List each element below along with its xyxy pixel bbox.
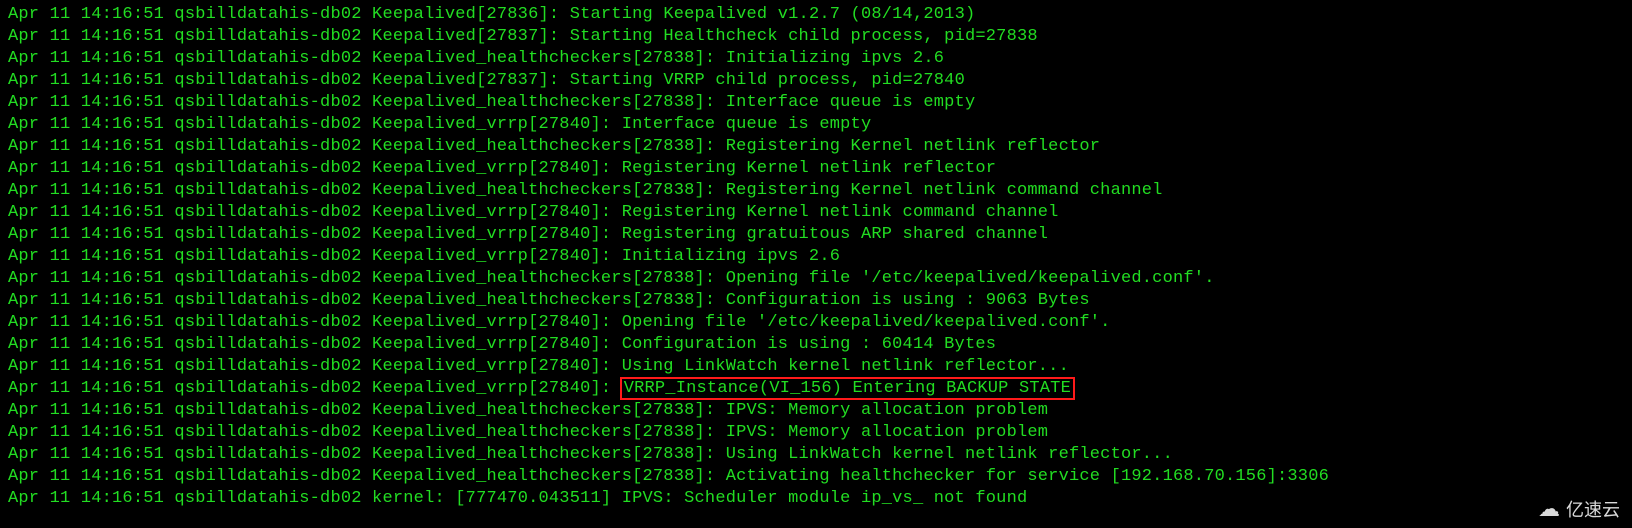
log-message: Registering gratuitous ARP shared channe… [622, 225, 1048, 244]
log-line: Apr 11 14:16:51 qsbilldatahis-db02 Keepa… [8, 26, 1624, 48]
log-prefix: Apr 11 14:16:51 qsbilldatahis-db02 Keepa… [8, 27, 570, 46]
log-line: Apr 11 14:16:51 qsbilldatahis-db02 Keepa… [8, 70, 1624, 92]
log-prefix: Apr 11 14:16:51 qsbilldatahis-db02 Keepa… [8, 203, 622, 222]
log-prefix: Apr 11 14:16:51 qsbilldatahis-db02 Keepa… [8, 247, 622, 266]
log-message: Interface queue is empty [726, 93, 976, 112]
log-line: Apr 11 14:16:51 qsbilldatahis-db02 Keepa… [8, 180, 1624, 202]
log-line: Apr 11 14:16:51 qsbilldatahis-db02 Keepa… [8, 356, 1624, 378]
log-message: Interface queue is empty [622, 115, 872, 134]
log-prefix: Apr 11 14:16:51 qsbilldatahis-db02 kerne… [8, 489, 455, 508]
log-message: Initializing ipvs 2.6 [622, 247, 840, 266]
log-message: Registering Kernel netlink reflector [726, 137, 1100, 156]
log-line: Apr 11 14:16:51 qsbilldatahis-db02 Keepa… [8, 334, 1624, 356]
log-line: Apr 11 14:16:51 qsbilldatahis-db02 kerne… [8, 488, 1624, 510]
log-message: Registering Kernel netlink command chann… [622, 203, 1059, 222]
log-line: Apr 11 14:16:51 qsbilldatahis-db02 Keepa… [8, 422, 1624, 444]
log-line: Apr 11 14:16:51 qsbilldatahis-db02 Keepa… [8, 92, 1624, 114]
log-line: Apr 11 14:16:51 qsbilldatahis-db02 Keepa… [8, 48, 1624, 70]
log-line: Apr 11 14:16:51 qsbilldatahis-db02 Keepa… [8, 136, 1624, 158]
cloud-icon: ☁ [1538, 498, 1560, 520]
log-prefix: Apr 11 14:16:51 qsbilldatahis-db02 Keepa… [8, 401, 726, 420]
log-line: Apr 11 14:16:51 qsbilldatahis-db02 Keepa… [8, 114, 1624, 136]
log-prefix: Apr 11 14:16:51 qsbilldatahis-db02 Keepa… [8, 115, 622, 134]
log-message: Using LinkWatch kernel netlink reflector… [622, 357, 1069, 376]
log-message: Initializing ipvs 2.6 [726, 49, 944, 68]
log-prefix: Apr 11 14:16:51 qsbilldatahis-db02 Keepa… [8, 467, 726, 486]
log-message: IPVS: Memory allocation problem [726, 401, 1048, 420]
log-prefix: Apr 11 14:16:51 qsbilldatahis-db02 Keepa… [8, 445, 726, 464]
log-prefix: Apr 11 14:16:51 qsbilldatahis-db02 Keepa… [8, 313, 622, 332]
log-line: Apr 11 14:16:51 qsbilldatahis-db02 Keepa… [8, 224, 1624, 246]
log-line: Apr 11 14:16:51 qsbilldatahis-db02 Keepa… [8, 444, 1624, 466]
log-line: Apr 11 14:16:51 qsbilldatahis-db02 Keepa… [8, 246, 1624, 268]
log-message: Starting Keepalived v1.2.7 (08/14,2013) [570, 5, 976, 24]
log-prefix: Apr 11 14:16:51 qsbilldatahis-db02 Keepa… [8, 93, 726, 112]
log-prefix: Apr 11 14:16:51 qsbilldatahis-db02 Keepa… [8, 49, 726, 68]
log-line: Apr 11 14:16:51 qsbilldatahis-db02 Keepa… [8, 4, 1624, 26]
log-prefix: Apr 11 14:16:51 qsbilldatahis-db02 Keepa… [8, 291, 726, 310]
log-prefix: Apr 11 14:16:51 qsbilldatahis-db02 Keepa… [8, 225, 622, 244]
log-line: Apr 11 14:16:51 qsbilldatahis-db02 Keepa… [8, 202, 1624, 224]
log-line: Apr 11 14:16:51 qsbilldatahis-db02 Keepa… [8, 466, 1624, 488]
log-message: Configuration is using : 60414 Bytes [622, 335, 996, 354]
watermark-text: 亿速云 [1566, 496, 1620, 522]
log-prefix: Apr 11 14:16:51 qsbilldatahis-db02 Keepa… [8, 269, 726, 288]
log-message: Configuration is using : 9063 Bytes [726, 291, 1090, 310]
log-prefix: Apr 11 14:16:51 qsbilldatahis-db02 Keepa… [8, 335, 622, 354]
log-prefix: Apr 11 14:16:51 qsbilldatahis-db02 Keepa… [8, 137, 726, 156]
log-line: Apr 11 14:16:51 qsbilldatahis-db02 Keepa… [8, 400, 1624, 422]
terminal-output[interactable]: Apr 11 14:16:51 qsbilldatahis-db02 Keepa… [0, 0, 1632, 514]
log-prefix: Apr 11 14:16:51 qsbilldatahis-db02 Keepa… [8, 5, 570, 24]
log-prefix: Apr 11 14:16:51 qsbilldatahis-db02 Keepa… [8, 159, 622, 178]
log-message: Starting VRRP child process, pid=27840 [570, 71, 965, 90]
log-message: [777470.043511] IPVS: Scheduler module i… [455, 489, 1027, 508]
log-message: Activating healthchecker for service [19… [726, 467, 1329, 486]
log-message: IPVS: Memory allocation problem [726, 423, 1048, 442]
log-line: Apr 11 14:16:51 qsbilldatahis-db02 Keepa… [8, 312, 1624, 334]
log-line: Apr 11 14:16:51 qsbilldatahis-db02 Keepa… [8, 378, 1624, 400]
log-message: Registering Kernel netlink command chann… [726, 181, 1163, 200]
log-prefix: Apr 11 14:16:51 qsbilldatahis-db02 Keepa… [8, 71, 570, 90]
log-line: Apr 11 14:16:51 qsbilldatahis-db02 Keepa… [8, 158, 1624, 180]
log-message: Opening file '/etc/keepalived/keepalived… [622, 313, 1111, 332]
log-message: Using LinkWatch kernel netlink reflector… [726, 445, 1173, 464]
log-message: Opening file '/etc/keepalived/keepalived… [726, 269, 1215, 288]
log-line: Apr 11 14:16:51 qsbilldatahis-db02 Keepa… [8, 268, 1624, 290]
watermark: ☁ 亿速云 [1538, 496, 1620, 522]
log-prefix: Apr 11 14:16:51 qsbilldatahis-db02 Keepa… [8, 423, 726, 442]
log-prefix: Apr 11 14:16:51 qsbilldatahis-db02 Keepa… [8, 379, 622, 398]
log-message: VRRP_Instance(VI_156) Entering BACKUP ST… [620, 377, 1075, 400]
log-line: Apr 11 14:16:51 qsbilldatahis-db02 Keepa… [8, 290, 1624, 312]
log-message: Registering Kernel netlink reflector [622, 159, 996, 178]
log-prefix: Apr 11 14:16:51 qsbilldatahis-db02 Keepa… [8, 181, 726, 200]
log-message: Starting Healthcheck child process, pid=… [570, 27, 1038, 46]
log-prefix: Apr 11 14:16:51 qsbilldatahis-db02 Keepa… [8, 357, 622, 376]
